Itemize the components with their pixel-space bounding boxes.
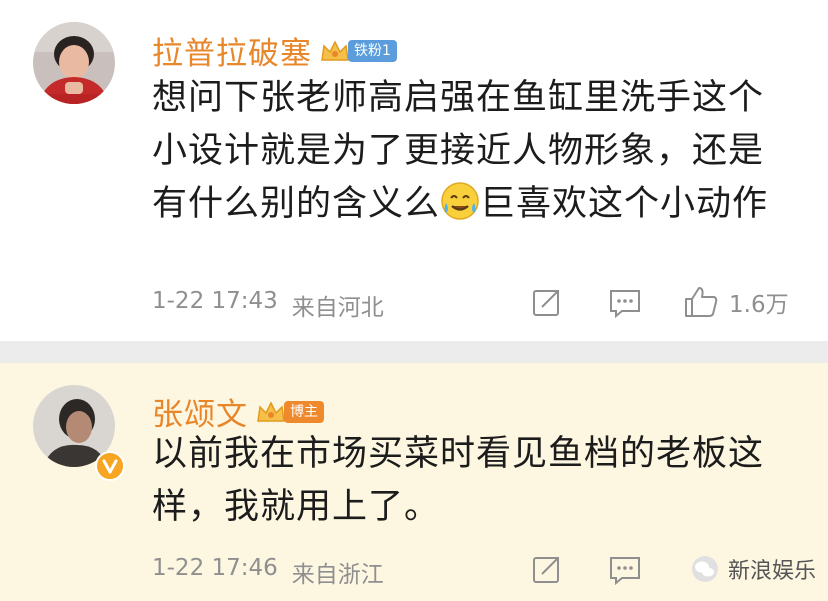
crown-icon — [321, 39, 349, 61]
comment-text-part2: 巨喜欢这个小动作 — [480, 184, 769, 224]
fan-badge: 铁粉1 — [348, 39, 397, 62]
share-icon — [533, 557, 559, 583]
watermark-text: 新浪娱乐 — [728, 559, 817, 584]
separator — [0, 341, 828, 363]
share-button[interactable] — [531, 553, 563, 585]
tear-smile-emoji — [441, 182, 479, 220]
share-icon — [533, 290, 559, 316]
avatar[interactable] — [33, 22, 115, 104]
crown-icon — [257, 400, 285, 422]
timestamp: 1-22 17:46 — [152, 555, 278, 581]
verified-badge-icon — [95, 451, 125, 481]
like-count: 1.6万 — [729, 292, 789, 318]
like-button[interactable]: 1.6万 — [683, 285, 789, 319]
location: 来自浙江 — [291, 562, 384, 588]
user-row: 拉普拉破塞 铁粉1 — [152, 28, 397, 73]
thumbs-up-icon — [685, 287, 718, 317]
comment-1: 拉普拉破塞 铁粉1 想问下张老师高启强在鱼缸里洗手这个小设计就是为了更接近人物形… — [0, 0, 828, 341]
comment-text: 想问下张老师高启强在鱼缸里洗手这个小设计就是为了更接近人物形象，还是有什么别的含… — [152, 72, 792, 231]
timestamp: 1-22 17:43 — [152, 288, 278, 314]
comment-button[interactable] — [608, 554, 642, 586]
comment-icon — [610, 290, 640, 319]
wechat-icon — [692, 556, 718, 582]
host-badge: 博主 — [284, 400, 324, 423]
comment-text: 以前我在市场买菜时看见鱼档的老板这样，我就用上了。 — [152, 434, 765, 527]
comment-meta: 1-22 17:46 来自浙江 — [152, 555, 384, 589]
username[interactable]: 拉普拉破塞 — [152, 28, 312, 73]
location: 来自河北 — [291, 295, 384, 321]
comment-button[interactable] — [608, 287, 642, 319]
watermark: 新浪娱乐 — [690, 553, 816, 585]
comment-meta: 1-22 17:43 来自河北 — [152, 288, 384, 322]
share-button[interactable] — [531, 286, 563, 318]
comment-icon — [610, 557, 640, 586]
avatar-image — [33, 22, 115, 104]
